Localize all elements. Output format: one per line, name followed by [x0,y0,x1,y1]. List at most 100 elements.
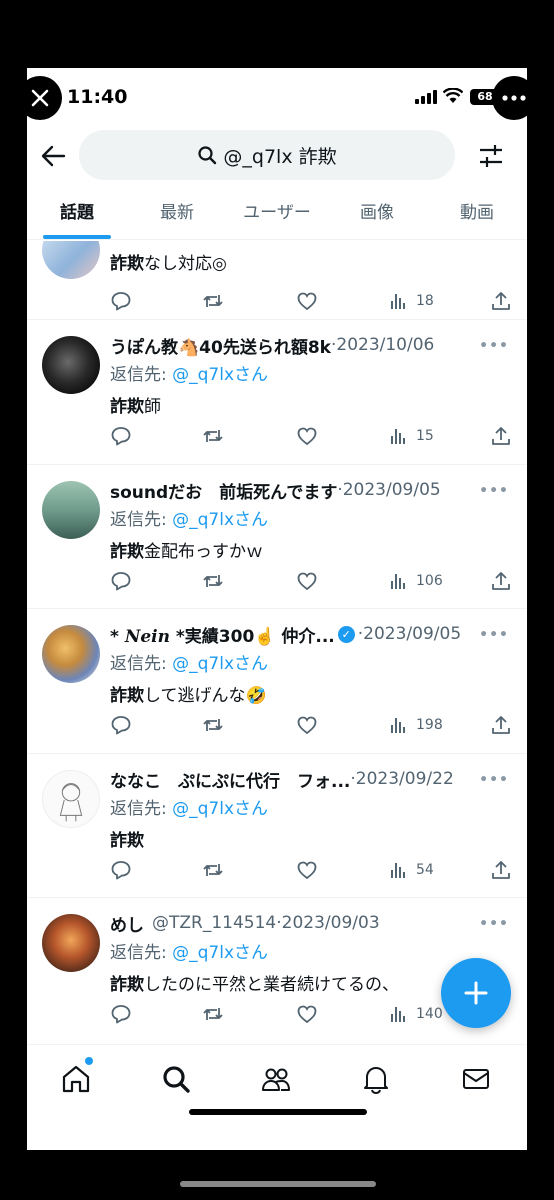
retweet-button[interactable] [202,569,224,593]
like-icon [297,427,317,446]
tweet-date[interactable]: 2023/09/05 [343,480,441,500]
like-button[interactable] [296,1002,318,1026]
view-count: 140 [416,1006,443,1022]
share-button[interactable] [490,858,512,882]
views-button[interactable]: 15 [388,424,434,448]
retweet-button[interactable] [202,289,224,313]
wifi-icon [443,88,463,103]
tweet-header: * Nein *実績300☝️ 仲介... ✓ · 2023/09/05 [110,621,517,647]
like-button[interactable] [296,569,318,593]
reply-button[interactable] [110,1002,132,1026]
views-button[interactable]: 106 [388,569,443,593]
reply-button[interactable] [110,289,132,313]
avatar[interactable] [42,241,100,279]
like-button[interactable] [296,713,318,737]
display-name[interactable]: めし [110,911,144,936]
tweet-card[interactable]: * Nein *実績300☝️ 仲介... ✓ · 2023/09/05 •••… [27,609,527,754]
tab-images[interactable]: 画像 [327,192,427,239]
reply-button[interactable] [110,713,132,737]
views-icon [391,863,405,878]
tweet-date[interactable]: 2023/10/06 [336,335,434,355]
more-icon[interactable]: ••• [479,338,509,354]
tab-trending[interactable]: 話題 [27,192,127,239]
reply-button[interactable] [110,424,132,448]
reply-to-link[interactable]: @_q7lxさん [172,510,268,530]
reply-icon [111,861,131,880]
more-icon[interactable]: ••• [479,772,509,788]
more-icon[interactable]: ••• [479,483,509,499]
views-button[interactable]: 18 [388,289,434,313]
views-icon [391,429,405,444]
retweet-button[interactable] [202,713,224,737]
tweet-card[interactable]: soundだお 前垢死んでます · 2023/09/05 ••• 返信先: @_… [27,465,527,609]
retweet-icon [203,295,223,307]
views-button[interactable]: 198 [388,713,443,737]
tweet-header: ななこ ぷにぷに代行 フォ... · 2023/09/22 [110,766,517,792]
tweet-text: 詐欺なし対応◎ [110,254,227,274]
notifications-icon[interactable] [360,1063,392,1095]
display-name[interactable]: うぽん教🐴40先送られ額8k [110,333,331,358]
share-icon [492,427,510,445]
avatar[interactable] [42,914,100,972]
close-icon [31,89,49,107]
search-tabs: 話題 最新 ユーザー 画像 動画 [27,192,527,240]
retweet-button[interactable] [202,858,224,882]
more-icon[interactable]: ••• [479,916,509,932]
tweet-date[interactable]: 2023/09/03 [282,913,380,933]
reply-icon [111,716,131,735]
reply-to-link[interactable]: @_q7lxさん [172,654,268,674]
like-button[interactable] [296,289,318,313]
tweet-date[interactable]: 2023/09/05 [363,624,461,644]
compose-icon [464,981,488,1005]
display-name[interactable]: * Nein *実績300☝️ 仲介... [110,622,335,647]
retweet-button[interactable] [202,424,224,448]
share-button[interactable] [490,569,512,593]
user-handle[interactable]: @TZR_114514 [152,913,276,933]
retweet-icon [203,1008,223,1020]
retweet-icon [203,719,223,731]
bottom-navigation [27,1044,527,1150]
close-button[interactable] [18,76,62,120]
search-icon[interactable] [160,1063,192,1095]
more-icon[interactable]: ••• [479,627,509,643]
tab-latest[interactable]: 最新 [127,192,227,239]
tab-videos[interactable]: 動画 [427,192,527,239]
tab-users[interactable]: ユーザー [227,192,327,239]
share-button[interactable] [490,289,512,313]
reply-icon [111,427,131,446]
display-name[interactable]: ななこ ぷにぷに代行 フォ... [110,767,350,792]
reply-to-link[interactable]: @_q7lxさん [172,943,268,963]
tweet-card[interactable]: うぽん教🐴40先送られ額8k · 2023/10/06 ••• 返信先: @_q… [27,320,527,465]
reply-to-link[interactable]: @_q7lxさん [172,799,268,819]
display-name[interactable]: soundだお 前垢死んでます [110,478,337,503]
tweet-date[interactable]: 2023/09/22 [356,769,454,789]
search-input[interactable]: @_q7lx 詐欺 [79,130,455,180]
share-icon [492,572,510,590]
more-icon [502,95,526,101]
tweet-actions: 198 [110,713,512,737]
like-button[interactable] [296,424,318,448]
tweet-card[interactable]: 詐欺なし対応◎ 18 [27,241,527,320]
communities-icon[interactable] [260,1063,292,1095]
filter-icon[interactable] [477,142,505,170]
views-button[interactable]: 140 [388,1002,443,1026]
share-button[interactable] [490,713,512,737]
more-options-button[interactable] [492,76,536,120]
tweet-card[interactable]: ななこ ぷにぷに代行 フォ... · 2023/09/22 ••• 返信先: @… [27,754,527,898]
views-button[interactable]: 54 [388,858,434,882]
share-button[interactable] [490,424,512,448]
reply-button[interactable] [110,569,132,593]
reply-to-line: 返信先: @_q7lxさん [110,365,269,385]
retweet-button[interactable] [202,1002,224,1026]
back-arrow-icon[interactable] [39,142,67,170]
like-button[interactable] [296,858,318,882]
avatar[interactable] [42,481,100,539]
compose-button[interactable] [441,958,511,1028]
avatar[interactable] [42,336,100,394]
messages-icon[interactable] [460,1063,492,1095]
reply-button[interactable] [110,858,132,882]
reply-to-link[interactable]: @_q7lxさん [172,365,268,385]
home-icon[interactable] [60,1063,92,1095]
avatar[interactable] [42,625,100,683]
avatar[interactable] [42,770,100,828]
